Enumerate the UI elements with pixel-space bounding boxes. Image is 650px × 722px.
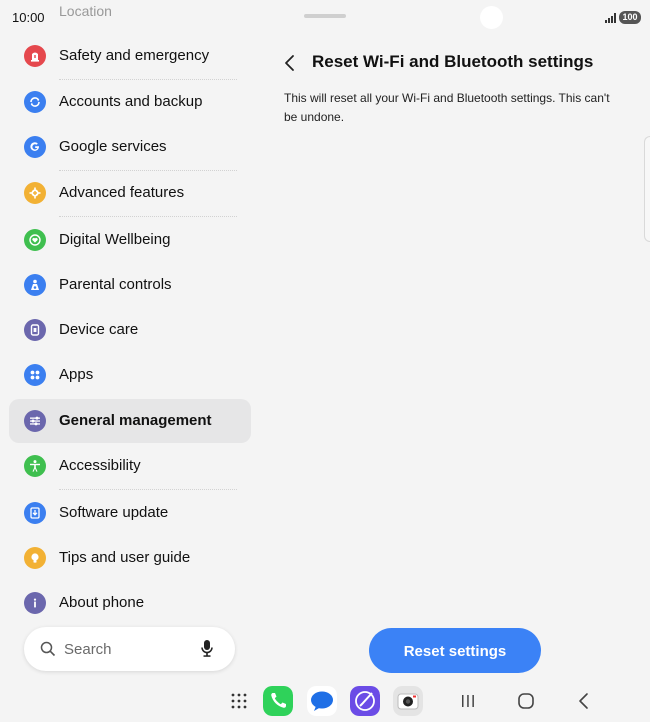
- settings-item-label: Parental controls: [59, 276, 172, 293]
- settings-item-device-care[interactable]: Device care: [9, 308, 251, 352]
- signal-icon: [605, 13, 616, 23]
- back-arrow-icon[interactable]: [280, 52, 300, 74]
- settings-item-label: Google services: [59, 138, 167, 155]
- divider: [59, 489, 237, 490]
- device-icon: [24, 319, 46, 341]
- accessibility-icon: [24, 455, 46, 477]
- settings-item-general-management[interactable]: General management: [9, 399, 251, 443]
- settings-item-parental-controls[interactable]: Parental controls: [9, 263, 251, 307]
- reset-settings-button[interactable]: Reset settings: [369, 628, 541, 673]
- settings-item-label: About phone: [59, 594, 145, 611]
- settings-item-label: Accessibility: [59, 457, 141, 474]
- home-icon[interactable]: [517, 692, 535, 710]
- settings-item-accounts-and-backup[interactable]: Accounts and backup: [9, 80, 251, 124]
- camera-app-icon[interactable]: [393, 686, 423, 716]
- settings-item-label: Accounts and backup: [59, 93, 203, 110]
- search-input[interactable]: Search: [64, 641, 112, 658]
- sliders-icon: [24, 410, 46, 432]
- settings-item-accessibility[interactable]: Accessibility: [9, 444, 251, 488]
- settings-item-location-partial[interactable]: Location: [59, 3, 112, 19]
- settings-item-label: Tips and user guide: [59, 549, 191, 566]
- search-bar[interactable]: Search: [24, 627, 235, 671]
- app-drawer-icon[interactable]: [231, 693, 247, 709]
- settings-item-label: Apps: [59, 366, 94, 383]
- settings-item-google-services[interactable]: Google services: [9, 125, 251, 169]
- settings-item-label: Advanced features: [59, 184, 185, 201]
- messages-app-icon[interactable]: [307, 686, 337, 716]
- update-icon: [24, 502, 46, 524]
- page-title: Reset Wi-Fi and Bluetooth settings: [312, 52, 594, 71]
- settings-item-software-update[interactable]: Software update: [9, 491, 251, 535]
- settings-item-about-phone[interactable]: About phone: [9, 581, 251, 620]
- settings-item-digital-wellbeing[interactable]: Digital Wellbeing: [9, 218, 251, 262]
- search-icon: [40, 641, 56, 657]
- back-nav-icon[interactable]: [576, 692, 592, 710]
- microphone-icon[interactable]: [200, 639, 214, 658]
- camera-cutout: [480, 6, 503, 29]
- settings-item-label: Digital Wellbeing: [59, 231, 171, 248]
- bulb-icon: [24, 547, 46, 569]
- google-icon: [24, 136, 46, 158]
- family-icon: [24, 274, 46, 296]
- settings-item-tips-and-user-guide[interactable]: Tips and user guide: [9, 536, 251, 580]
- edge-panel-handle[interactable]: [644, 136, 650, 242]
- detail-panel: Reset Wi-Fi and Bluetooth settings This …: [262, 36, 650, 676]
- settings-list: Location Safety and emergency Accounts a…: [0, 0, 262, 620]
- safety-icon: [24, 45, 46, 67]
- taskbar: [0, 680, 650, 722]
- window-drag-handle[interactable]: [304, 14, 346, 18]
- phone-app-icon[interactable]: [263, 686, 293, 716]
- battery-indicator: 100: [619, 11, 641, 24]
- settings-item-label: Device care: [59, 321, 139, 338]
- settings-item-apps[interactable]: Apps: [9, 353, 251, 397]
- internet-browser-icon[interactable]: [350, 686, 380, 716]
- reset-description: This will reset all your Wi-Fi and Bluet…: [284, 91, 610, 124]
- apps-icon: [24, 364, 46, 386]
- settings-item-label: Safety and emergency: [59, 47, 210, 64]
- sync-icon: [24, 91, 46, 113]
- info-icon: [24, 592, 46, 614]
- divider: [59, 216, 237, 217]
- settings-item-safety-and-emergency[interactable]: Safety and emergency: [9, 34, 251, 78]
- gear-plus-icon: [24, 182, 46, 204]
- heart-icon: [24, 229, 46, 251]
- settings-item-label: General management: [59, 412, 212, 429]
- settings-item-label: Software update: [59, 504, 169, 521]
- recent-apps-icon[interactable]: [460, 693, 476, 709]
- settings-item-advanced-features[interactable]: Advanced features: [9, 171, 251, 215]
